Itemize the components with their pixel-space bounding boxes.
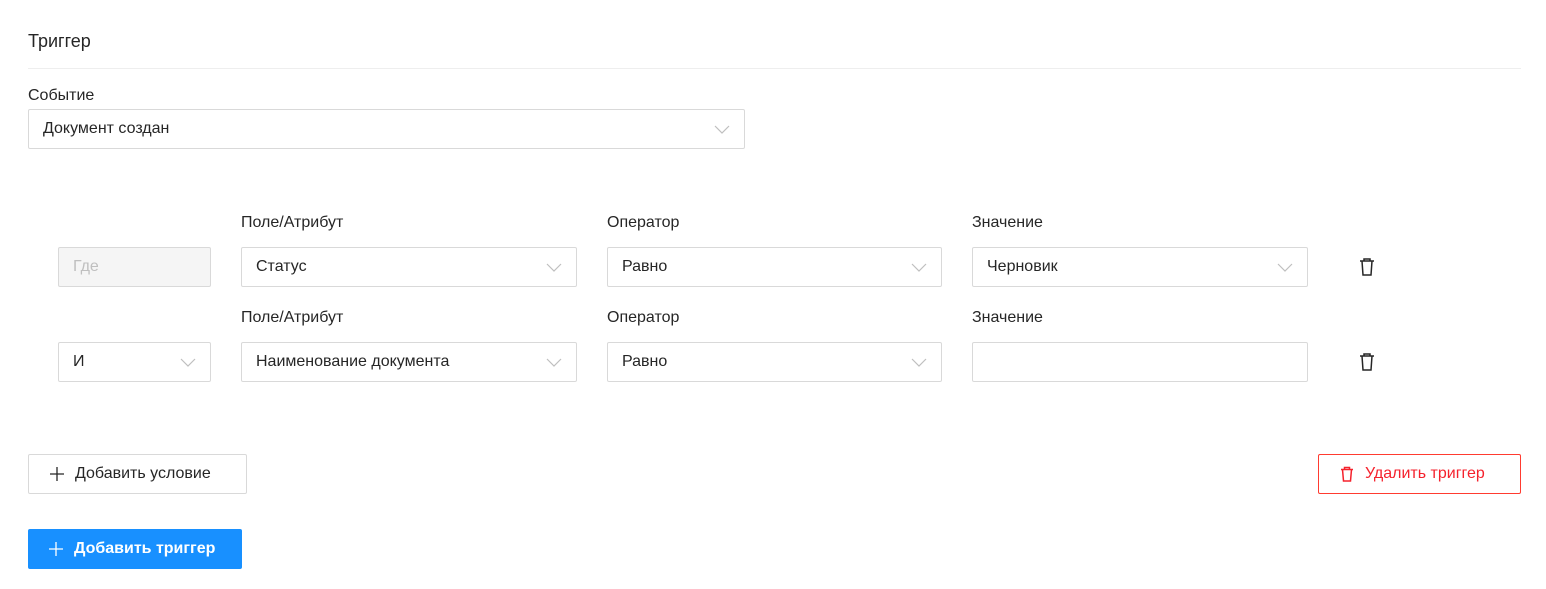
connector-select: Где [58,247,211,287]
value-label: Значение [972,214,1043,231]
delete-trigger-button[interactable]: Удалить триггер [1318,454,1521,494]
event-select[interactable]: Документ создан [28,109,745,149]
chevron-down-icon [911,358,927,367]
chevron-down-icon [546,263,562,272]
value-label: Значение [972,309,1043,326]
trash-icon[interactable] [1358,352,1376,372]
connector-select[interactable]: И [58,342,211,382]
value-select-value: Черновик [987,258,1058,275]
field-select[interactable]: Наименование документа [241,342,577,382]
connector-value: Где [73,258,99,275]
trash-icon [1341,466,1353,482]
field-select-value: Статус [256,258,307,275]
value-select[interactable]: Черновик [972,247,1308,287]
trash-icon[interactable] [1358,257,1376,277]
operator-label: Оператор [607,309,680,326]
operator-select-value: Равно [622,353,668,370]
delete-trigger-label: Удалить триггер [1365,465,1485,482]
chevron-down-icon [180,358,196,367]
add-trigger-button[interactable]: Добавить триггер [28,529,242,569]
add-trigger-label: Добавить триггер [74,540,216,557]
divider [28,68,1521,69]
chevron-down-icon [1277,263,1293,272]
value-input[interactable] [972,342,1308,382]
section-title: Триггер [28,31,91,51]
plus-icon [49,542,63,556]
field-select-value: Наименование документа [256,353,450,370]
event-select-value: Документ создан [43,120,170,137]
connector-value: И [73,353,85,370]
operator-select[interactable]: Равно [607,247,942,287]
operator-label: Оператор [607,214,680,231]
add-condition-button[interactable]: Добавить условие [28,454,247,494]
plus-icon [50,467,64,481]
operator-select-value: Равно [622,258,668,275]
field-select[interactable]: Статус [241,247,577,287]
add-condition-label: Добавить условие [75,465,211,482]
operator-select[interactable]: Равно [607,342,942,382]
event-label: Событие [28,87,95,104]
chevron-down-icon [911,263,927,272]
field-label: Поле/Атрибут [241,309,344,326]
field-label: Поле/Атрибут [241,214,344,231]
chevron-down-icon [546,358,562,367]
chevron-down-icon [714,125,730,134]
